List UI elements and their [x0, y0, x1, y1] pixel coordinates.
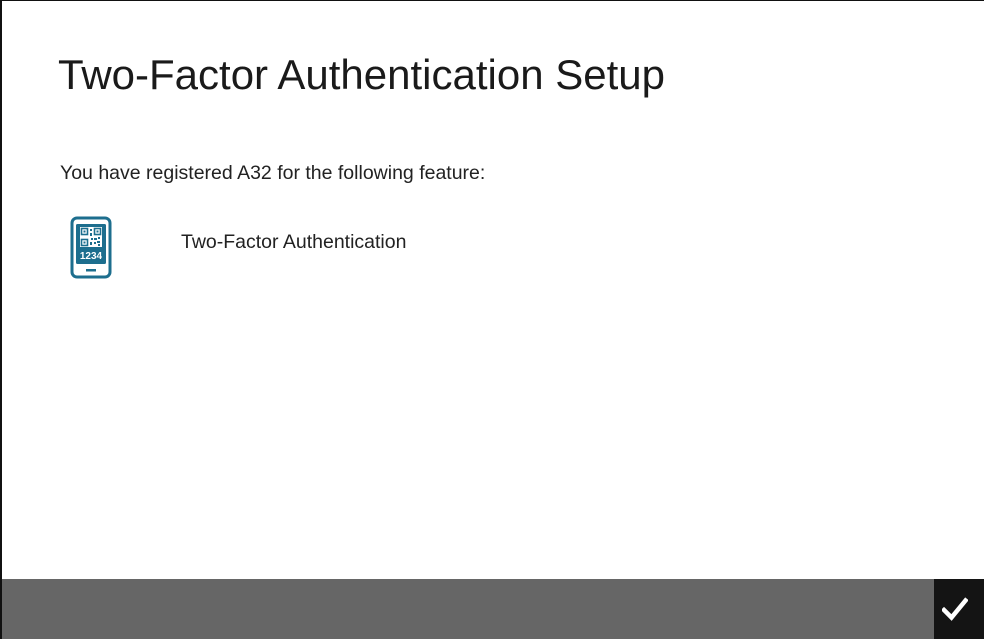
footer-bar: [2, 579, 984, 639]
phone-qr-code-icon: 1234: [70, 215, 114, 281]
feature-label: Two-Factor Authentication: [181, 231, 407, 253]
registration-message: You have registered A32 for the followin…: [60, 162, 486, 184]
page-title: Two-Factor Authentication Setup: [58, 51, 666, 98]
setup-window: Two-Factor Authentication Setup You have…: [0, 0, 984, 639]
checkmark-icon: [942, 597, 968, 621]
confirm-button[interactable]: [934, 579, 984, 639]
feature-item-two-factor: 1234 Two-Factor Authentication: [70, 215, 570, 281]
phone-icon-code-text: 1234: [80, 251, 103, 262]
